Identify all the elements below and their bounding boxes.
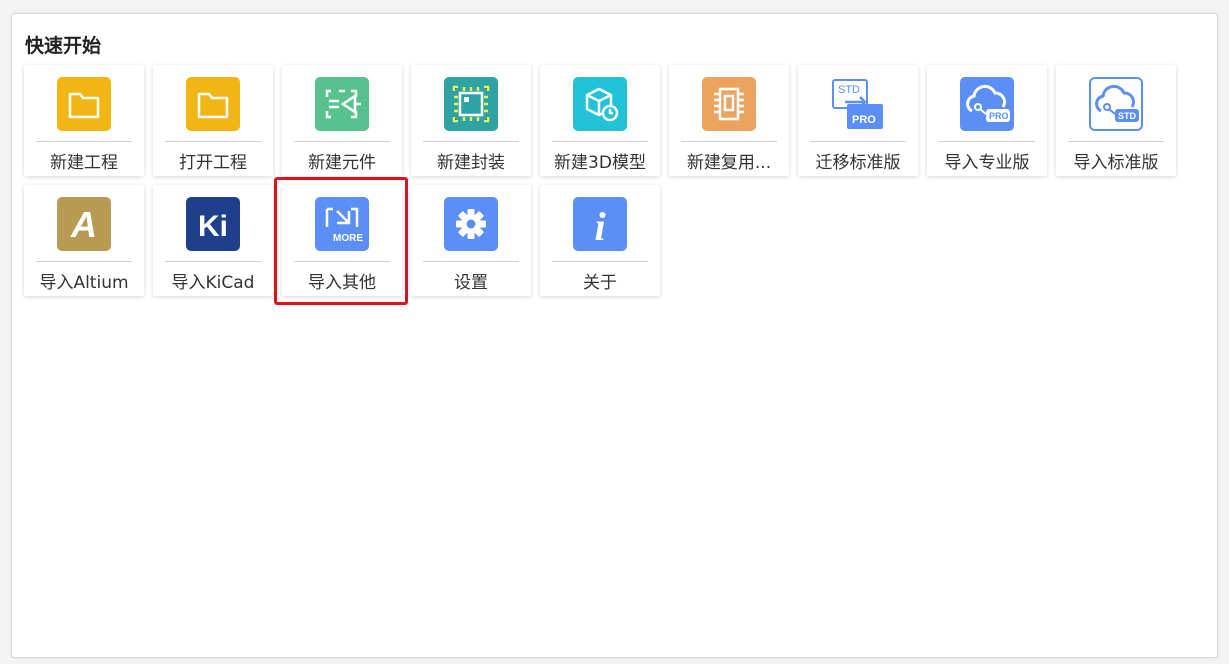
import-more-icon: MORE (315, 197, 369, 251)
tile-separator (681, 141, 777, 142)
tile-new-3d-model[interactable]: 新建3D模型 (540, 65, 660, 176)
cloud-std-icon: STD (1089, 77, 1143, 131)
gear-icon (444, 197, 498, 251)
cloud-pro-icon: PRO (960, 77, 1014, 131)
tile-separator (423, 261, 519, 262)
footprint-chip-icon (444, 77, 498, 131)
tile-separator (294, 141, 390, 142)
svg-text:PRO: PRO (852, 114, 876, 126)
tile-label: 打开工程 (179, 153, 247, 173)
tile-label: 迁移标准版 (815, 153, 901, 173)
tile-label: 导入专业版 (944, 153, 1030, 173)
svg-text:STD: STD (1118, 111, 1137, 121)
svg-text:STD: STD (838, 84, 860, 96)
tile-separator (939, 141, 1035, 142)
tile-about[interactable]: i 关于 (540, 185, 660, 296)
schematic-symbol-icon (315, 77, 369, 131)
tile-import-kicad[interactable]: Ki 导入KiCad (153, 185, 273, 296)
tile-label: 新建封装 (437, 153, 505, 173)
kicad-icon: Ki (186, 197, 240, 251)
tile-open-project[interactable]: 打开工程 (153, 65, 273, 176)
info-icon: i (573, 197, 627, 251)
tile-new-footprint[interactable]: 新建封装 (411, 65, 531, 176)
tile-label: 导入Altium (39, 273, 129, 293)
tile-separator (1068, 141, 1164, 142)
tile-new-symbol[interactable]: 新建元件 (282, 65, 402, 176)
tile-label: 新建元件 (308, 153, 376, 173)
tile-label: 导入标准版 (1073, 153, 1159, 173)
std-to-pro-icon: STD PRO (831, 77, 885, 131)
tile-separator (36, 261, 132, 262)
tile-separator (810, 141, 906, 142)
tile-import-other[interactable]: MORE 导入其他 (282, 185, 402, 296)
svg-text:MORE: MORE (333, 233, 363, 244)
tile-label: 关于 (583, 273, 617, 293)
tile-separator (36, 141, 132, 142)
folder-icon (57, 77, 111, 131)
svg-text:A: A (70, 204, 97, 245)
tile-new-project[interactable]: 新建工程 (24, 65, 144, 176)
tile-import-altium[interactable]: A 导入Altium (24, 185, 144, 296)
tile-separator (165, 141, 261, 142)
tile-label: 新建复用... (686, 153, 772, 173)
tile-label: 导入KiCad (171, 273, 255, 293)
tile-separator (423, 141, 519, 142)
tile-separator (552, 261, 648, 262)
tile-separator (165, 261, 261, 262)
altium-icon: A (57, 197, 111, 251)
folder-open-icon (186, 77, 240, 131)
tile-label: 导入其他 (308, 273, 376, 293)
reuse-chip-icon (702, 77, 756, 131)
tile-label: 新建工程 (50, 153, 118, 173)
svg-text:Ki: Ki (198, 210, 228, 243)
quick-start-panel: 快速开始 新建工程 打开工程 新建元件 新建封装 新建3D模型 新建复用... … (11, 13, 1218, 658)
tile-label: 设置 (454, 273, 488, 293)
tile-import-std[interactable]: STD 导入标准版 (1056, 65, 1176, 176)
svg-text:PRO: PRO (989, 111, 1009, 121)
tile-new-reuse-block[interactable]: 新建复用... (669, 65, 789, 176)
tile-separator (552, 141, 648, 142)
tile-settings[interactable]: 设置 (411, 185, 531, 296)
tile-migrate-std[interactable]: STD PRO 迁移标准版 (798, 65, 918, 176)
tile-separator (294, 261, 390, 262)
panel-title: 快速开始 (25, 35, 102, 57)
svg-text:i: i (594, 204, 605, 249)
3d-box-icon (573, 77, 627, 131)
tile-label: 新建3D模型 (554, 153, 646, 173)
tile-import-pro[interactable]: PRO 导入专业版 (927, 65, 1047, 176)
